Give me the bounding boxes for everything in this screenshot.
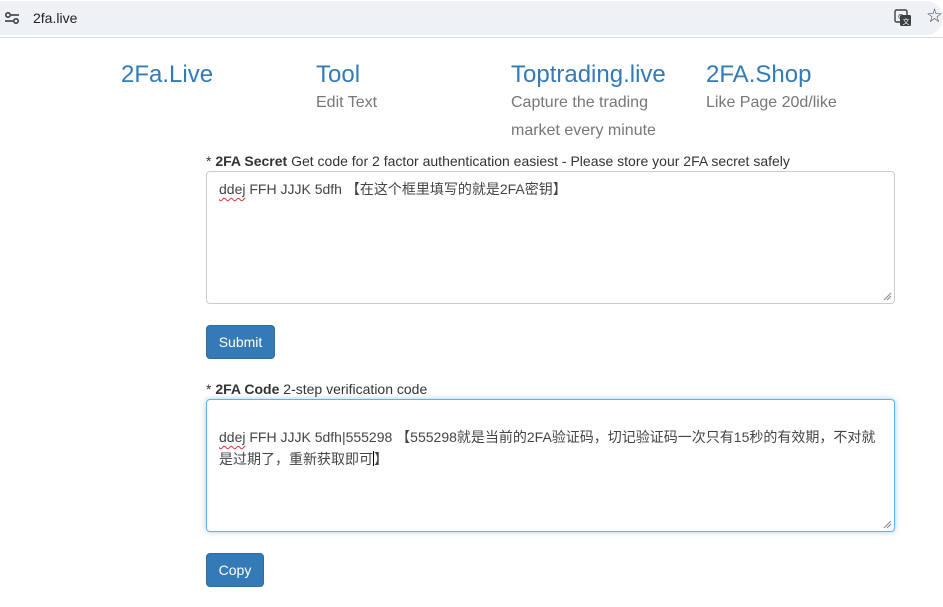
nav-link-2fa-live[interactable]: 2Fa.Live (121, 61, 213, 89)
resize-handle-icon[interactable] (883, 292, 892, 301)
secret-textarea[interactable]: ddej FFH JJJK 5dfh 【在这个框里填写的就是2FA密钥】 (206, 171, 895, 304)
secret-value: ddej FFH JJJK 5dfh 【在这个框里填写的就是2FA密钥】 (219, 178, 879, 200)
nav-desc-2fa-shop: Like Page 20d/like (706, 94, 837, 111)
code-value-rest: FFH JJJK 5dfh|555298 【555298就是当前的2FA验证码，… (219, 429, 876, 467)
nav-desc-toptrading: Capture the trading market every minute (511, 94, 656, 139)
nav-link-tool[interactable]: Tool (316, 61, 377, 89)
copy-button[interactable]: Copy (206, 553, 264, 587)
code-label-title: 2FA Code (215, 381, 280, 397)
code-textarea[interactable]: ddej FFH JJJK 5dfh|555298 【555298就是当前的2F… (206, 399, 895, 532)
secret-label-hint: Get code for 2 factor authentication eas… (287, 153, 790, 169)
secret-label: * 2FA Secret Get code for 2 factor authe… (206, 153, 790, 169)
url-text[interactable]: 2fa.live (33, 10, 77, 26)
nav-link-2fa-shop[interactable]: 2FA.Shop (706, 61, 837, 89)
star-icon[interactable]: ☆ (926, 7, 943, 26)
submit-button[interactable]: Submit (206, 325, 275, 359)
nav-desc-tool: Edit Text (316, 94, 378, 111)
secret-label-title: 2FA Secret (215, 153, 288, 169)
code-label-hint: 2-step verification code (279, 381, 428, 397)
spellcheck-word: ddej (219, 181, 246, 197)
code-label: * 2FA Code 2-step verification code (206, 381, 427, 397)
secret-value-rest: FFH JJJK 5dfh 【在这个框里填写的就是2FA密钥】 (245, 181, 567, 197)
omnibox[interactable]: 2fa.live G 文 ☆ (0, 1, 943, 35)
spellcheck-word: ddej (219, 429, 246, 445)
browser-address-bar: 2fa.live G 文 ☆ (0, 0, 943, 38)
nav-item-2fa-live: 2Fa.Live (121, 61, 213, 89)
code-value-end: 】 (374, 451, 388, 467)
nav-item-toptrading: Toptrading.live Capture the trading mark… (511, 61, 691, 145)
code-value: ddej FFH JJJK 5dfh|555298 【555298就是当前的2F… (219, 426, 879, 470)
translate-icon[interactable]: G 文 (894, 9, 912, 27)
nav-item-tool: Tool Edit Text (316, 61, 377, 117)
nav-item-2fa-shop: 2FA.Shop Like Page 20d/like (706, 61, 837, 117)
tune-icon[interactable] (4, 10, 20, 26)
resize-handle-icon[interactable] (883, 520, 892, 529)
svg-text:文: 文 (903, 17, 910, 26)
required-star: * (206, 153, 216, 169)
required-star: * (206, 381, 216, 397)
nav-link-toptrading[interactable]: Toptrading.live (511, 61, 691, 89)
